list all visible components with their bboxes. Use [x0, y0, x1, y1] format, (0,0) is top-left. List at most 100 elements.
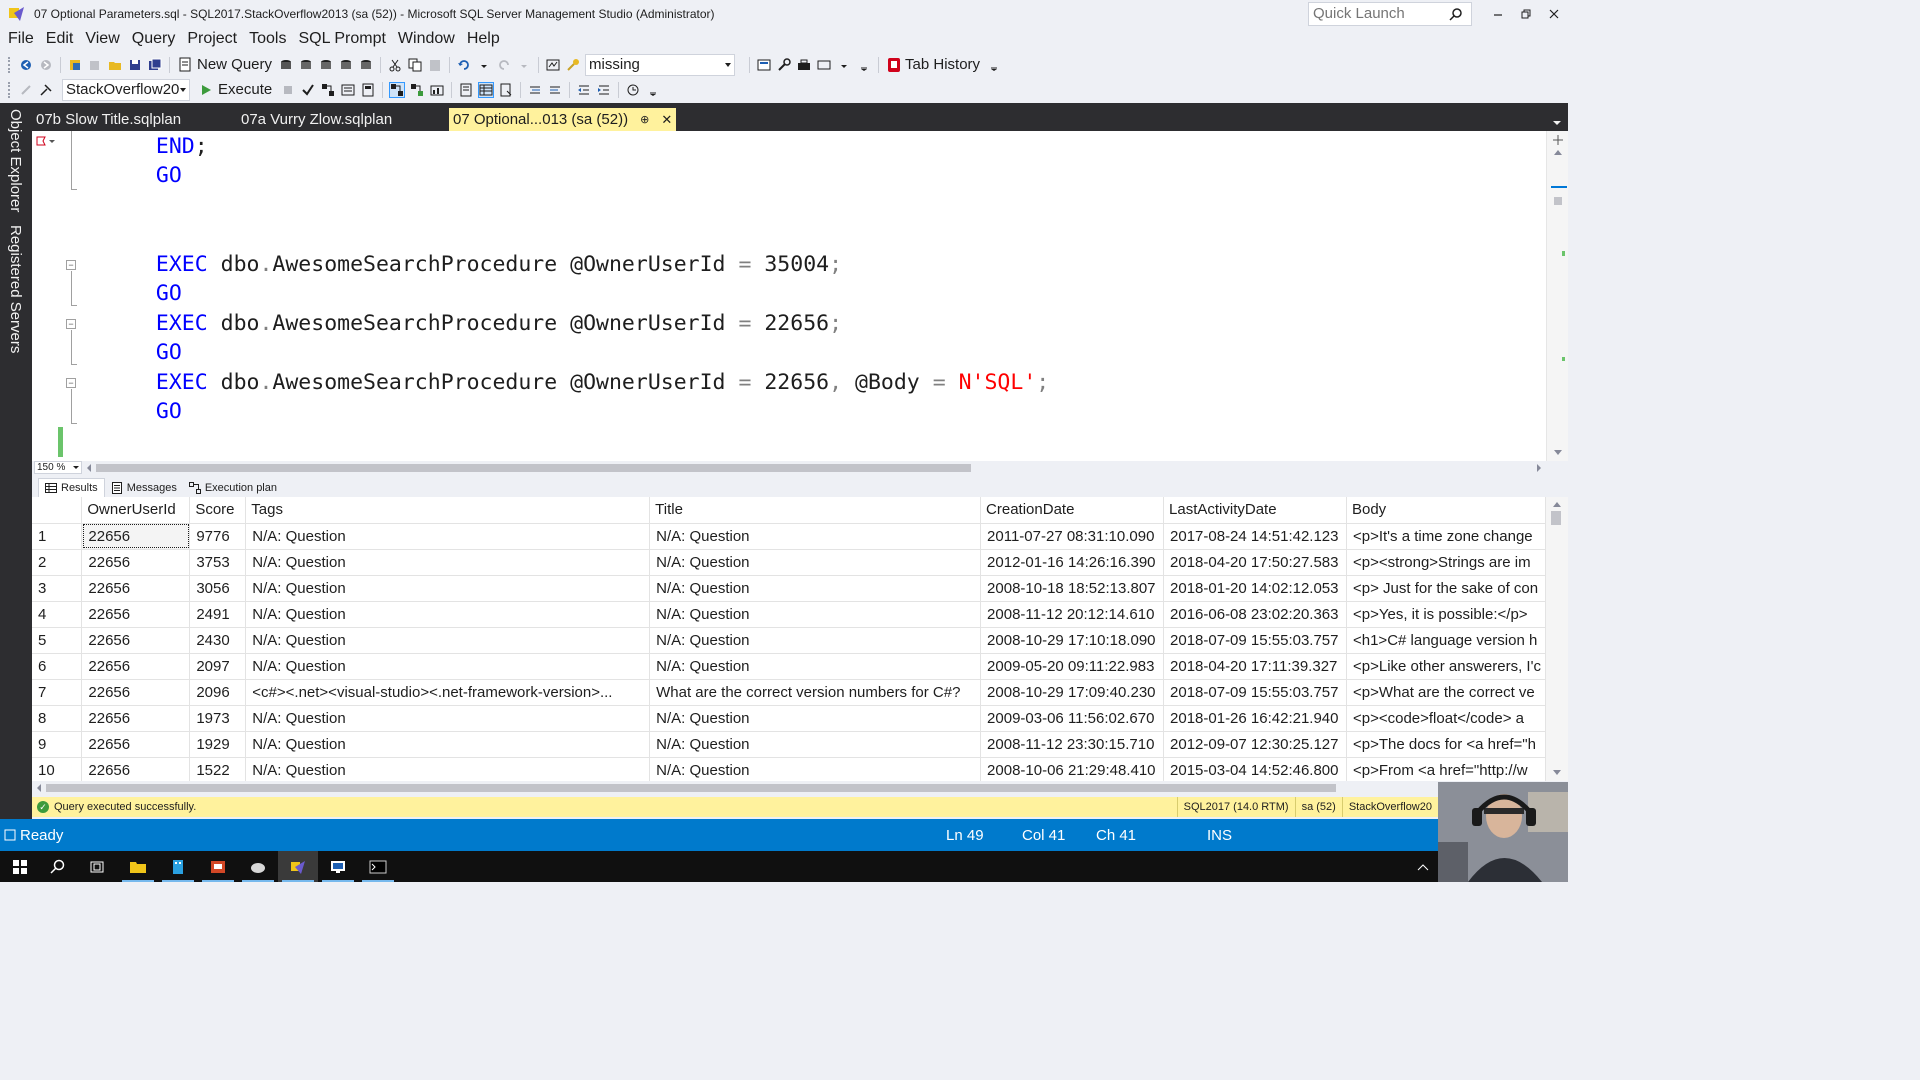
- grid-cell[interactable]: 2018-07-09 15:55:03.757: [1163, 679, 1347, 706]
- results-to-text-icon[interactable]: [458, 82, 474, 98]
- grid-cell[interactable]: 22656: [81, 679, 191, 706]
- grid-cell[interactable]: 2017-08-24 14:51:42.123: [1163, 523, 1347, 550]
- grid-cell[interactable]: 2018-01-20 14:02:12.053: [1163, 575, 1347, 602]
- row-number[interactable]: 3: [32, 575, 83, 602]
- remote-desktop-taskbar[interactable]: [318, 851, 358, 882]
- change-connection-icon[interactable]: [38, 82, 54, 98]
- analysis-dmx-query-icon[interactable]: [318, 57, 334, 73]
- tab-slow-title-sqlplan[interactable]: 07b Slow Title.sqlplan: [32, 108, 185, 131]
- code-line-go[interactable]: GO: [130, 279, 182, 308]
- cut-icon[interactable]: [387, 57, 403, 73]
- find-combo[interactable]: missing: [585, 53, 736, 76]
- code-line-go[interactable]: GO: [130, 338, 182, 367]
- grid-cell[interactable]: N/A: Question: [649, 653, 982, 680]
- command-prompt-taskbar[interactable]: [358, 851, 398, 882]
- grid-cell[interactable]: N/A: Question: [245, 731, 651, 758]
- client-statistics-icon[interactable]: [429, 82, 445, 98]
- toolbox-icon[interactable]: [796, 57, 812, 73]
- specify-template-values-icon[interactable]: [625, 82, 641, 98]
- scroll-thumb[interactable]: [1554, 197, 1562, 205]
- results-grid[interactable]: OwnerUserId Score Tags Title CreationDat…: [32, 497, 1546, 781]
- scroll-up-icon[interactable]: [1552, 500, 1562, 508]
- grid-cell[interactable]: 3056: [189, 575, 247, 602]
- grid-cell[interactable]: <p><code>float</code> a: [1346, 705, 1546, 732]
- results-to-grid-icon[interactable]: [478, 81, 495, 98]
- scroll-thumb[interactable]: [96, 464, 971, 472]
- sql-editor[interactable]: END; GO − EXEC dbo.AwesomeSearchProcedur…: [32, 131, 1568, 461]
- row-number[interactable]: 6: [32, 653, 83, 680]
- table-row[interactable]: 10 22656 1522 N/A: Question N/A: Questio…: [32, 757, 1546, 781]
- row-number[interactable]: 5: [32, 627, 83, 654]
- paste-icon[interactable]: [427, 57, 443, 73]
- table-row[interactable]: 5 22656 2430 N/A: Question N/A: Question…: [32, 627, 1546, 654]
- code-line-go[interactable]: GO: [130, 397, 182, 426]
- grid-cell[interactable]: 22656: [81, 653, 191, 680]
- increase-indent-icon[interactable]: [596, 82, 612, 98]
- grid-cell[interactable]: <p><strong>Strings are im: [1346, 549, 1546, 576]
- grid-cell[interactable]: 2008-10-29 17:10:18.090: [980, 627, 1165, 654]
- row-number[interactable]: 4: [32, 601, 83, 628]
- scroll-left-icon[interactable]: [86, 463, 92, 473]
- grid-cell[interactable]: 2096: [189, 679, 247, 706]
- grid-cell[interactable]: N/A: Question: [245, 549, 651, 576]
- grid-cell[interactable]: <p>It's a time zone change: [1346, 523, 1546, 550]
- grid-cell[interactable]: N/A: Question: [649, 627, 982, 654]
- row-number[interactable]: 10: [32, 757, 83, 781]
- grid-cell[interactable]: 2009-03-06 11:56:02.670: [980, 705, 1165, 732]
- grid-cell[interactable]: 2430: [189, 627, 247, 654]
- table-row[interactable]: 4 22656 2491 N/A: Question N/A: Question…: [32, 601, 1546, 628]
- redo-icon[interactable]: [496, 57, 512, 73]
- activity-monitor-icon[interactable]: [545, 57, 561, 73]
- tab-list-dropdown-icon[interactable]: [1552, 118, 1562, 128]
- code-line-go[interactable]: GO: [130, 161, 182, 190]
- table-row[interactable]: 6 22656 2097 N/A: Question N/A: Question…: [32, 653, 1546, 680]
- results-to-file-icon[interactable]: [498, 82, 514, 98]
- task-view-button[interactable]: [77, 851, 117, 882]
- grid-cell[interactable]: 2015-03-04 14:52:46.800: [1163, 757, 1347, 781]
- live-query-stats-icon[interactable]: [409, 82, 425, 98]
- code-line-end[interactable]: END;: [130, 132, 208, 161]
- grid-cell[interactable]: 22656: [81, 601, 191, 628]
- cancel-query-icon[interactable]: [280, 82, 296, 98]
- column-header-body[interactable]: Body: [1346, 497, 1546, 524]
- grid-cell[interactable]: <p> Just for the sake of con: [1346, 575, 1546, 602]
- pin-icon[interactable]: ⊕: [640, 113, 649, 126]
- column-header-rownum[interactable]: [32, 497, 83, 524]
- column-header-tags[interactable]: Tags: [245, 497, 651, 524]
- grid-cell[interactable]: N/A: Question: [649, 601, 982, 628]
- row-number[interactable]: 8: [32, 705, 83, 732]
- toolbar-grip[interactable]: [8, 81, 10, 98]
- undo-icon[interactable]: [456, 57, 472, 73]
- grid-cell[interactable]: <p>Like other answerers, I'c: [1346, 653, 1546, 680]
- collapse-block-icon[interactable]: −: [66, 319, 76, 329]
- grid-cell[interactable]: N/A: Question: [245, 627, 651, 654]
- execute-button[interactable]: Execute: [196, 79, 276, 101]
- row-number[interactable]: 9: [32, 731, 83, 758]
- column-header-score[interactable]: Score: [189, 497, 247, 524]
- grid-cell[interactable]: 2008-10-18 18:52:13.807: [980, 575, 1165, 602]
- grid-cell[interactable]: 2011-07-27 08:31:10.090: [980, 523, 1165, 550]
- grid-cell[interactable]: 2008-10-29 17:09:40.230: [980, 679, 1165, 706]
- file-explorer-taskbar[interactable]: [118, 851, 158, 882]
- grid-cell[interactable]: N/A: Question: [649, 731, 982, 758]
- include-actual-plan-icon[interactable]: [389, 81, 406, 98]
- forward-icon[interactable]: [38, 57, 54, 73]
- database-engine-query-icon[interactable]: [278, 57, 294, 73]
- decrease-indent-icon[interactable]: [576, 82, 592, 98]
- connect-icon[interactable]: [18, 82, 34, 98]
- grid-cell[interactable]: N/A: Question: [649, 523, 982, 550]
- tab-execution-plan[interactable]: Execution plan: [183, 478, 283, 497]
- scroll-thumb[interactable]: [46, 784, 1336, 792]
- grid-cell[interactable]: N/A: Question: [245, 757, 651, 781]
- table-row[interactable]: 8 22656 1973 N/A: Question N/A: Question…: [32, 705, 1546, 732]
- tab-optional-parameters-sql[interactable]: 07 Optional...013 (sa (52)) ⊕ ✕: [449, 108, 677, 131]
- scroll-right-icon[interactable]: [1536, 463, 1542, 473]
- chevron-down-icon[interactable]: [73, 466, 79, 469]
- uncomment-lines-icon[interactable]: [547, 82, 563, 98]
- split-editor-icon[interactable]: [1552, 134, 1564, 146]
- ssms-taskbar[interactable]: [278, 851, 318, 882]
- query-options-icon[interactable]: [340, 82, 356, 98]
- column-header-creationdate[interactable]: CreationDate: [980, 497, 1165, 524]
- grid-cell[interactable]: 2009-05-20 09:11:22.983: [980, 653, 1165, 680]
- menu-query[interactable]: Query: [126, 27, 182, 51]
